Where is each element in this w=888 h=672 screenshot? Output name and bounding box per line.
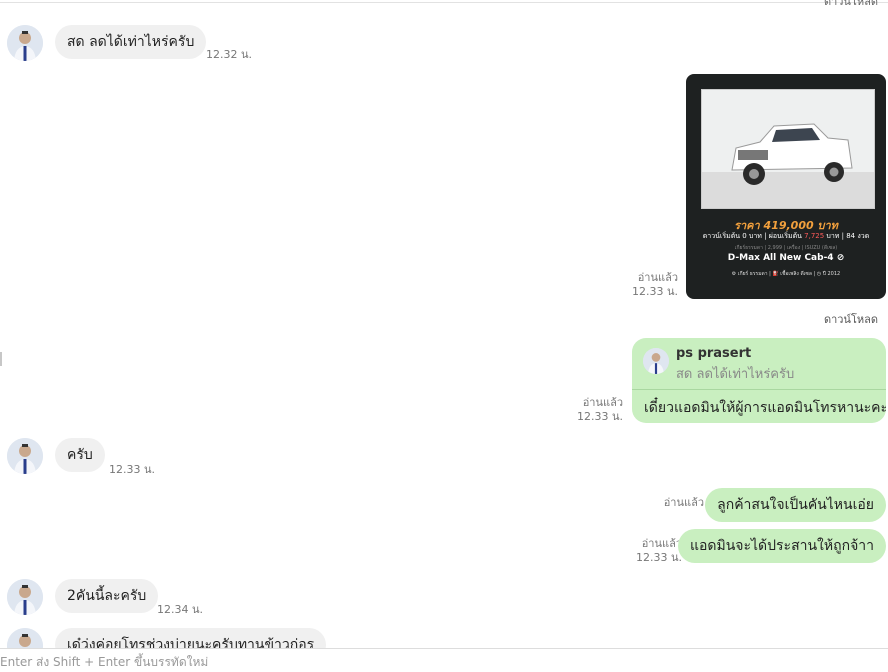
user-avatar-icon — [643, 348, 669, 374]
message-meta: อ่านแล้ว 12.33 น. — [636, 537, 682, 565]
message-time: 12.33 น. — [631, 285, 678, 298]
quoted-avatar — [643, 348, 669, 374]
read-status: อ่านแล้ว — [641, 537, 682, 550]
car-photo — [701, 89, 875, 209]
quoted-text: สด ลดได้เท่าไหร่ครับ — [676, 367, 795, 382]
read-status: อ่านแล้ว — [582, 396, 623, 409]
message-time: 12.33 น. — [109, 463, 156, 476]
user-avatar-icon — [7, 579, 43, 615]
message-time: 12.33 น. — [635, 551, 682, 564]
reply-message[interactable]: ps prasert สด ลดได้เท่าไหร่ครับ เดี๋ยวแอ… — [632, 338, 886, 423]
terms-prefix: ดาวน์เริ่มต้น 0 บาท | ผ่อนเริ่มต้น — [702, 232, 805, 240]
car-terms: ดาวน์เริ่มต้น 0 บาท | ผ่อนเริ่มต้น 7,725… — [686, 231, 886, 242]
reply-divider — [632, 389, 886, 390]
car-spec: เกียร์ธรรมดา | 2,999 | เครื่อง | ISUZU (… — [734, 245, 838, 251]
terms-installment: 7,725 — [804, 232, 825, 240]
input-hint: Enter ส่ง Shift + Enter ขึ้นบรรทัดใหม่ — [0, 655, 209, 669]
message-time: 12.33 น. — [576, 410, 623, 423]
pickup-truck-icon — [702, 90, 874, 208]
download-link-top[interactable]: ดาวน์โหลด — [824, 0, 878, 10]
message-time: 12.34 น. — [157, 603, 204, 616]
user-avatar-icon — [7, 438, 43, 474]
top-divider — [0, 2, 888, 3]
avatar[interactable] — [7, 25, 43, 61]
message-meta: อ่านแล้ว 12.33 น. — [632, 271, 678, 299]
avatar[interactable] — [7, 438, 43, 474]
read-status: อ่านแล้ว — [637, 271, 678, 284]
message-time: 12.32 น. — [206, 48, 253, 61]
car-model: D-Max All New Cab-4 ⊘ — [727, 253, 845, 263]
avatar[interactable] — [7, 579, 43, 615]
incoming-message: ครับ — [55, 438, 105, 472]
scroll-marker — [0, 352, 2, 366]
outgoing-message: แอดมินจะได้ประสานให้ถูกจ้าา — [677, 529, 886, 563]
quoted-sender: ps prasert — [676, 346, 752, 361]
outgoing-message: ลูกค้าสนใจเป็นคันไหนเอ่ย — [705, 488, 886, 522]
reply-text: เดี๋ยวแอดมินให้ผู้การแอดมินโทรหานะคะ — [644, 400, 886, 416]
incoming-message: 2คันนี้ละครับ — [55, 579, 159, 613]
user-avatar-icon — [7, 25, 43, 61]
terms-suffix: บาท | 84 งวด — [824, 232, 870, 240]
car-details: ⚙ เกียร์ ธรรมดา | ⛽ เชื้อเพลิง ดีเซล | ◷… — [731, 271, 841, 277]
message-meta: อ่านแล้ว 12.33 น. — [577, 396, 623, 424]
read-status: อ่านแล้ว — [663, 496, 704, 509]
download-link[interactable]: ดาวน์โหลด — [824, 310, 878, 328]
car-ad-image[interactable]: ราคา 419,000 บาท ดาวน์เริ่มต้น 0 บาท | ผ… — [686, 74, 886, 299]
incoming-message: สด ลดได้เท่าไหร่ครับ — [55, 25, 207, 59]
